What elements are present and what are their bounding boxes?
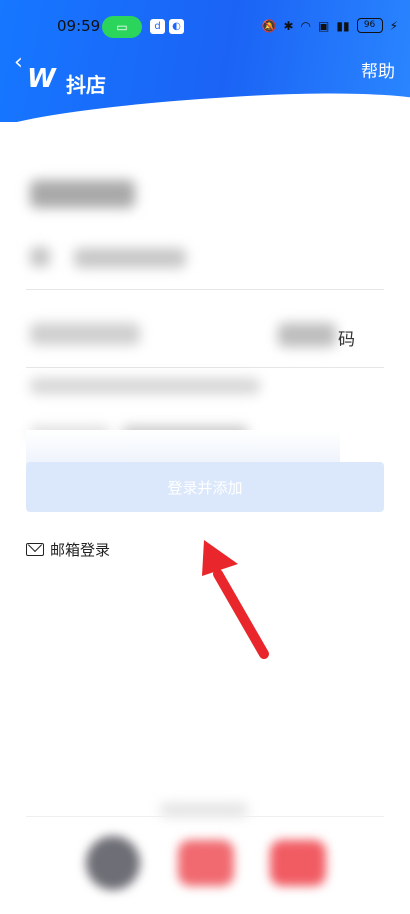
wifi-icon: ◠ [300, 18, 311, 33]
email-login-link[interactable]: 邮箱登录 [26, 539, 110, 560]
app-blue-icon: ◐ [169, 19, 184, 34]
status-time: 09:59 [57, 17, 101, 35]
blurred-other-login-label [160, 803, 248, 817]
help-link[interactable]: 帮助 [361, 57, 395, 82]
blurred-get-code-button[interactable] [278, 323, 336, 347]
bluetooth-icon: ✱ [283, 18, 294, 33]
third-party-login-1[interactable] [86, 836, 140, 890]
brand-title: 抖店 [66, 73, 106, 97]
third-party-login-3[interactable] [270, 840, 326, 886]
back-icon[interactable]: ‹ [14, 50, 23, 75]
submit-fade [26, 430, 340, 464]
blurred-title [30, 180, 135, 208]
mail-icon [26, 543, 44, 556]
arrow-shaft [213, 569, 269, 659]
blurred-agreement-line [30, 378, 260, 394]
login-and-add-button[interactable]: 登录并添加 [26, 462, 384, 512]
code-divider [26, 367, 384, 368]
signal-icon: ▮▮ [336, 18, 350, 33]
header-wave-decoration [0, 86, 410, 122]
doudian-logo: W [27, 64, 56, 94]
bottom-divider [26, 816, 384, 817]
email-login-label: 邮箱登录 [50, 541, 111, 559]
get-code-label-suffix[interactable]: 码 [338, 325, 355, 350]
mute-icon: 🔕 [261, 18, 277, 33]
third-party-login-2[interactable] [178, 840, 234, 886]
blurred-phone-prefix [30, 247, 50, 267]
screen-cast-icon[interactable]: ▭ [102, 16, 142, 38]
blurred-phone-number[interactable] [74, 248, 186, 268]
red-arrow-annotation [202, 540, 269, 659]
battery-indicator: 96 [356, 18, 383, 33]
status-bar: 09:59 ▭ d ◐ 🔕 ✱ ◠ ▣ ▮▮ 96 ⚡ [0, 14, 410, 42]
charging-icon: ⚡ [389, 18, 398, 33]
hd-icon: ▣ [318, 18, 330, 33]
blurred-code-input[interactable] [30, 323, 140, 345]
phone-divider [26, 289, 384, 290]
app-doudian-icon: d [150, 19, 165, 34]
